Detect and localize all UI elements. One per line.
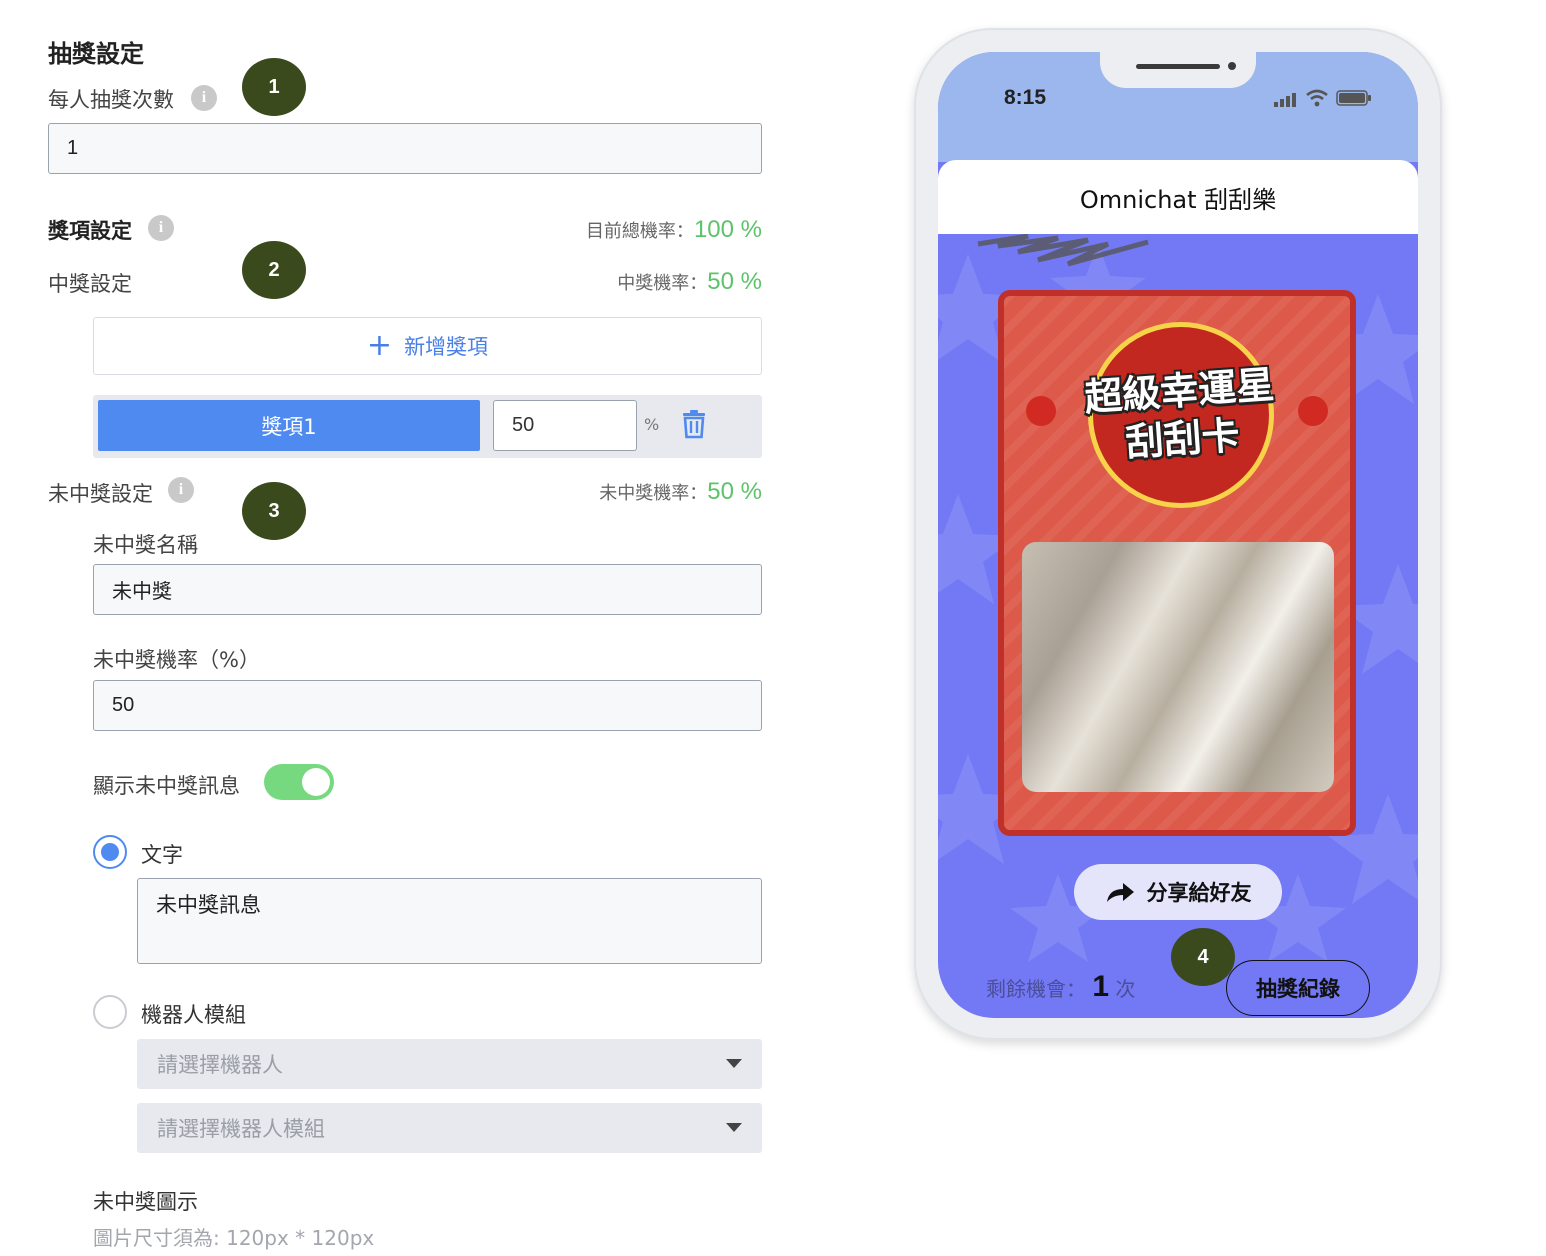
lose-name-input[interactable]: 未中獎 bbox=[93, 564, 762, 615]
signal-icon bbox=[1274, 92, 1302, 107]
radio-dot bbox=[101, 843, 119, 861]
total-rate-label: 目前總機率： bbox=[585, 221, 694, 242]
step-badge-1: 1 bbox=[242, 58, 306, 116]
remaining-label: 剩餘機會： bbox=[986, 977, 1086, 1001]
win-rate: 中獎機率：50 % bbox=[500, 268, 762, 296]
bot-module-option-radio[interactable] bbox=[93, 995, 127, 1029]
show-lose-message-label: 顯示未中獎訊息 bbox=[93, 774, 240, 798]
remaining-chances: 剩餘機會： 1 次 bbox=[986, 970, 1135, 1004]
text-option-radio[interactable] bbox=[93, 835, 127, 869]
status-time: 8:15 bbox=[1004, 86, 1047, 109]
bot-module-select-placeholder: 請選擇機器人模組 bbox=[157, 1117, 325, 1141]
share-arrow-icon bbox=[1106, 883, 1134, 902]
text-option-label: 文字 bbox=[141, 843, 183, 867]
lose-icon-label: 未中獎圖示 bbox=[93, 1190, 198, 1214]
win-rate-value: 50 % bbox=[707, 268, 762, 295]
chevron-down-icon bbox=[726, 1059, 742, 1068]
add-prize-label: 新增獎項 bbox=[404, 335, 489, 359]
info-icon[interactable]: i bbox=[191, 85, 217, 111]
win-settings-title: 中獎設定 bbox=[48, 272, 132, 296]
step-badge-4: 4 bbox=[1171, 928, 1235, 986]
lose-probability-label: 未中獎機率（%） bbox=[93, 648, 260, 672]
prize-settings-title: 獎項設定 bbox=[48, 219, 132, 243]
info-icon[interactable]: i bbox=[168, 477, 194, 503]
show-lose-message-toggle[interactable] bbox=[264, 764, 334, 800]
prize-name-button[interactable]: 獎項1 bbox=[98, 400, 480, 451]
bot-module-option-label: 機器人模組 bbox=[141, 1003, 246, 1027]
add-prize-button[interactable]: + 新增獎項 bbox=[93, 317, 762, 375]
bot-select-placeholder: 請選擇機器人 bbox=[157, 1053, 283, 1077]
prize-probability-input[interactable]: 50 bbox=[493, 400, 637, 451]
app-title: Omnichat 刮刮樂 bbox=[938, 160, 1418, 234]
phone-preview: 8:15 Omnichat 刮刮樂 超級幸運星 刮刮卡 分享給好友 剩餘機會： … bbox=[914, 28, 1442, 1040]
lose-probability-input[interactable]: 50 bbox=[93, 680, 762, 731]
bot-module-select[interactable]: 請選擇機器人模組 bbox=[137, 1103, 762, 1153]
win-rate-label: 中獎機率： bbox=[617, 273, 708, 294]
lose-icon-hint: 圖片尺寸須為: 120px * 120px bbox=[93, 1226, 375, 1250]
lose-name-label: 未中獎名稱 bbox=[93, 533, 198, 557]
lose-rate: 未中獎機率：50 % bbox=[500, 478, 762, 506]
lose-message-textarea[interactable]: 未中獎訊息 bbox=[137, 878, 762, 964]
scratch-card: 超級幸運星 刮刮卡 bbox=[998, 290, 1356, 836]
card-title: 超級幸運星 刮刮卡 bbox=[1060, 359, 1302, 471]
share-button[interactable]: 分享給好友 bbox=[1074, 864, 1282, 920]
lose-settings-title: 未中獎設定 bbox=[48, 482, 153, 506]
scratch-area[interactable] bbox=[1022, 542, 1334, 792]
trash-icon[interactable] bbox=[681, 409, 707, 439]
step-badge-2: 2 bbox=[242, 241, 306, 299]
bot-select[interactable]: 請選擇機器人 bbox=[137, 1039, 762, 1089]
plus-icon: + bbox=[366, 328, 393, 363]
wifi-icon bbox=[1306, 89, 1328, 107]
share-label: 分享給好友 bbox=[1146, 881, 1252, 905]
phone-screen: 8:15 Omnichat 刮刮樂 超級幸運星 刮刮卡 分享給好友 剩餘機會： … bbox=[938, 52, 1418, 1018]
battery-icon bbox=[1336, 90, 1372, 106]
total-rate-value: 100 % bbox=[693, 216, 762, 243]
lose-rate-label: 未中獎機率： bbox=[599, 483, 708, 504]
step-badge-3: 3 bbox=[242, 482, 306, 540]
notch bbox=[1100, 52, 1256, 88]
total-rate: 目前總機率：100 % bbox=[500, 216, 762, 244]
prize-row: 獎項1 50 % bbox=[93, 395, 762, 458]
draws-per-person-label: 每人抽獎次數 bbox=[48, 88, 174, 112]
status-bar: 8:15 bbox=[938, 52, 1418, 162]
chevron-down-icon bbox=[726, 1123, 742, 1132]
card-seal: 超級幸運星 刮刮卡 bbox=[1083, 322, 1276, 508]
toggle-knob bbox=[302, 768, 330, 796]
remaining-unit: 次 bbox=[1115, 977, 1136, 1001]
prize-percent-unit: % bbox=[644, 415, 660, 434]
remaining-count: 1 bbox=[1092, 970, 1110, 1003]
lose-rate-value: 50 % bbox=[707, 478, 762, 505]
card-hole-left bbox=[1026, 396, 1056, 426]
draw-record-button[interactable]: 抽獎紀錄 bbox=[1226, 960, 1370, 1016]
draws-per-person-input[interactable]: 1 bbox=[48, 123, 762, 174]
card-hole-right bbox=[1298, 396, 1328, 426]
info-icon[interactable]: i bbox=[148, 215, 174, 241]
lottery-settings-title: 抽獎設定 bbox=[48, 40, 144, 68]
